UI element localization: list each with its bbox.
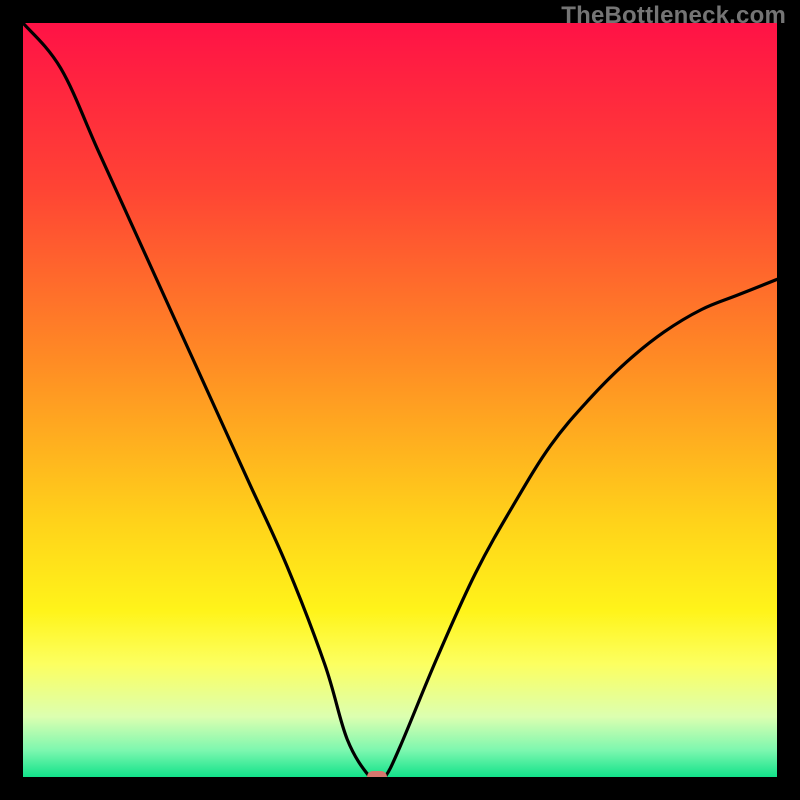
chart-frame: TheBottleneck.com bbox=[0, 0, 800, 800]
chart-svg bbox=[23, 23, 777, 777]
gradient-background bbox=[23, 23, 777, 777]
watermark-text: TheBottleneck.com bbox=[561, 2, 786, 30]
plot-area bbox=[23, 23, 777, 777]
optimum-marker-icon bbox=[367, 771, 387, 777]
